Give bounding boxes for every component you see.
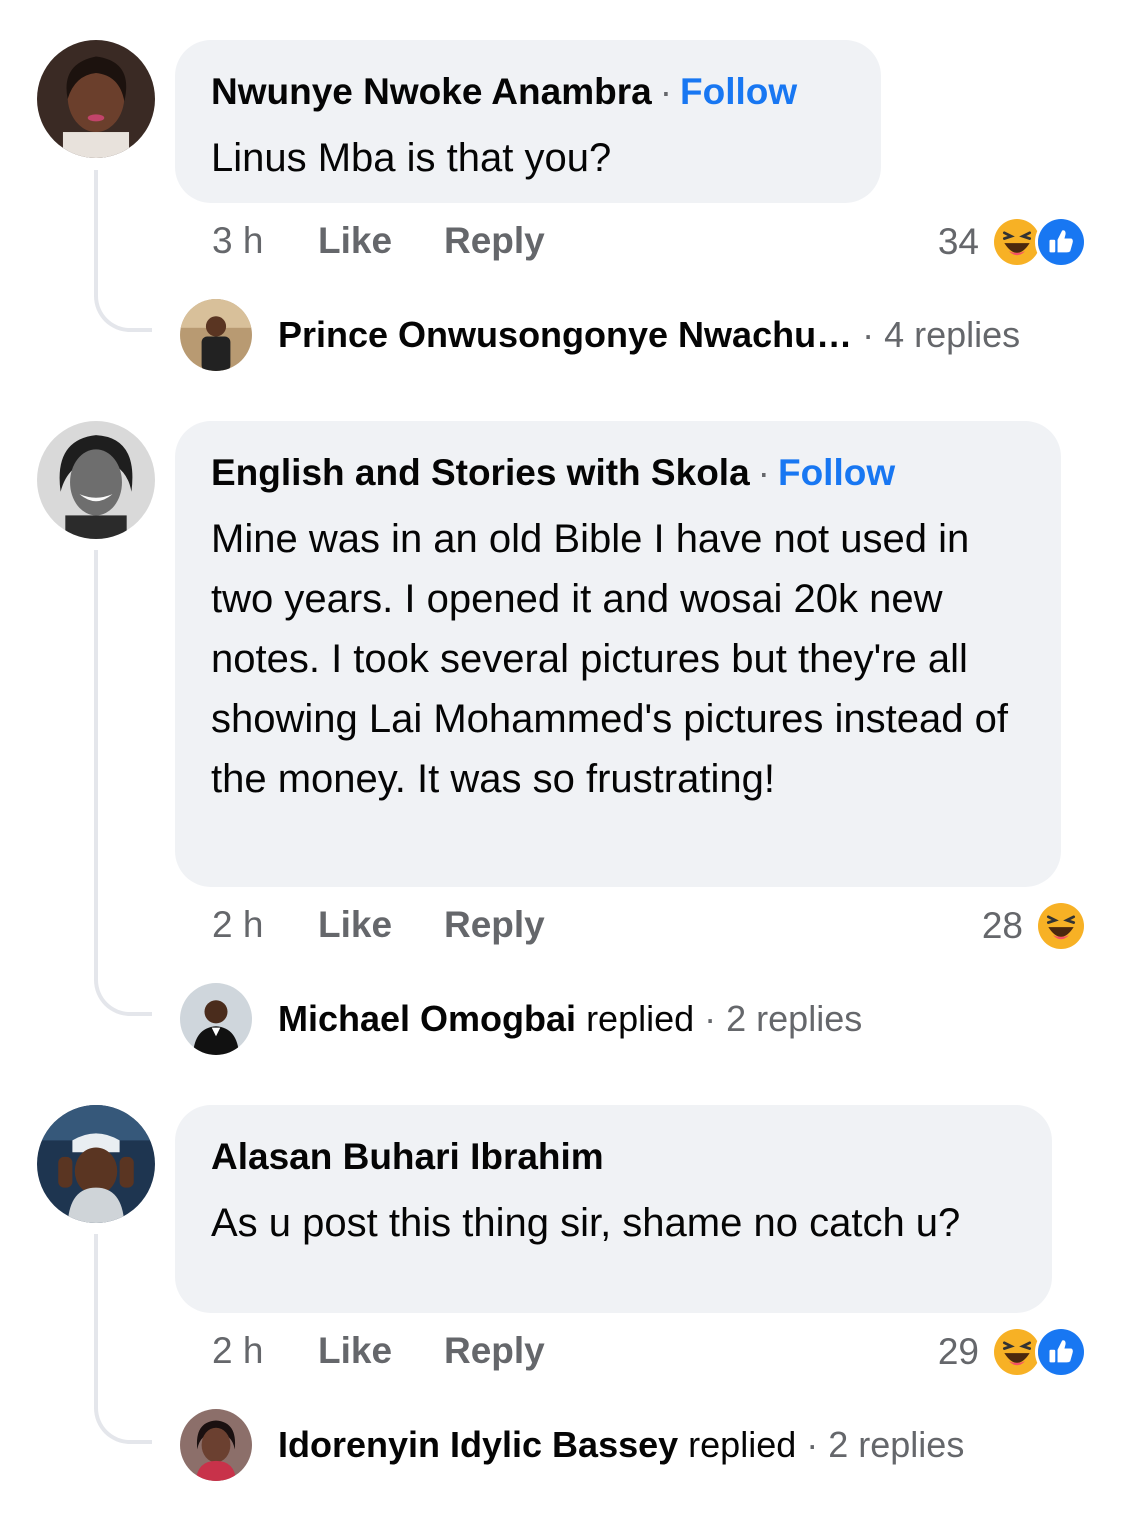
- follow-button[interactable]: Follow: [680, 71, 797, 112]
- comment-actions: 2 h Like Reply: [212, 1326, 545, 1376]
- reaction-count: 34: [937, 221, 979, 262]
- like-button[interactable]: Like: [318, 900, 444, 950]
- thread-connector: [94, 1234, 152, 1444]
- like-button[interactable]: Like: [318, 216, 444, 266]
- thread-connector: [94, 170, 152, 332]
- avatar[interactable]: [180, 1409, 252, 1481]
- comment-text: Linus Mba is that you?: [211, 136, 612, 180]
- reply-count: 2 replies: [828, 1424, 965, 1465]
- avatar[interactable]: [37, 40, 155, 158]
- comment-author[interactable]: English and Stories with Skola: [211, 452, 750, 493]
- comment-time[interactable]: 2 h: [212, 1326, 318, 1376]
- separator-dot: ·: [757, 452, 770, 493]
- like-icon: [1035, 1326, 1087, 1378]
- comment-bubble: Alasan Buhari Ibrahim As u post this thi…: [175, 1105, 1052, 1313]
- reply-preview[interactable]: Michael Omogbai replied · 2 replies: [180, 983, 862, 1055]
- avatar[interactable]: [180, 299, 252, 371]
- comment-actions: 2 h Like Reply: [212, 900, 545, 950]
- reaction-summary[interactable]: 28: [982, 898, 1087, 954]
- reply-button[interactable]: Reply: [444, 220, 545, 261]
- reply-preview[interactable]: Prince Onwusongonye Nwachu… · 4 replies: [180, 299, 1020, 371]
- comment-time[interactable]: 3 h: [212, 216, 318, 266]
- separator-dot: ·: [862, 314, 875, 355]
- haha-icon: [1035, 900, 1087, 952]
- comment-author[interactable]: Alasan Buhari Ibrahim: [211, 1136, 604, 1177]
- follow-button[interactable]: Follow: [778, 452, 895, 493]
- reply-author: Michael Omogbai: [278, 998, 577, 1039]
- reaction-count: 29: [937, 1331, 979, 1372]
- avatar[interactable]: [37, 421, 155, 539]
- like-button[interactable]: Like: [318, 1326, 444, 1376]
- avatar[interactable]: [180, 983, 252, 1055]
- comment-author[interactable]: Nwunye Nwoke Anambra: [211, 71, 652, 112]
- comment-bubble: Nwunye Nwoke Anambra · Follow Linus Mba is…: [175, 40, 881, 203]
- reply-count: 4 replies: [884, 314, 1021, 355]
- reaction-summary[interactable]: 29: [938, 1324, 1087, 1380]
- separator-dot: ·: [806, 1424, 819, 1465]
- reply-preview[interactable]: Idorenyin Idylic Bassey replied · 2 repl…: [180, 1409, 964, 1481]
- reply-button[interactable]: Reply: [444, 904, 545, 945]
- reaction-count: 28: [981, 905, 1023, 946]
- thread-connector: [94, 550, 152, 1016]
- like-icon: [1035, 216, 1087, 268]
- comment-text: Mine was in an old Bible I have not used…: [211, 517, 1008, 801]
- reply-verb: replied: [688, 1424, 797, 1465]
- reply-author: Prince Onwusongonye Nwachu…: [278, 314, 853, 355]
- separator-dot: ·: [659, 71, 673, 112]
- reply-button[interactable]: Reply: [444, 1330, 545, 1371]
- comment-actions: 3 h Like Reply: [212, 216, 545, 266]
- comment-bubble: English and Stories with Skola · Follow Mi…: [175, 421, 1061, 887]
- reaction-summary[interactable]: 34: [938, 214, 1087, 270]
- separator-dot: ·: [704, 998, 717, 1039]
- comment-text: As u post this thing sir, shame no catch…: [211, 1201, 961, 1245]
- reply-author: Idorenyin Idylic Bassey: [278, 1424, 679, 1465]
- reply-verb: replied: [586, 998, 695, 1039]
- avatar[interactable]: [37, 1105, 155, 1223]
- comment-time[interactable]: 2 h: [212, 900, 318, 950]
- reply-count: 2 replies: [726, 998, 863, 1039]
